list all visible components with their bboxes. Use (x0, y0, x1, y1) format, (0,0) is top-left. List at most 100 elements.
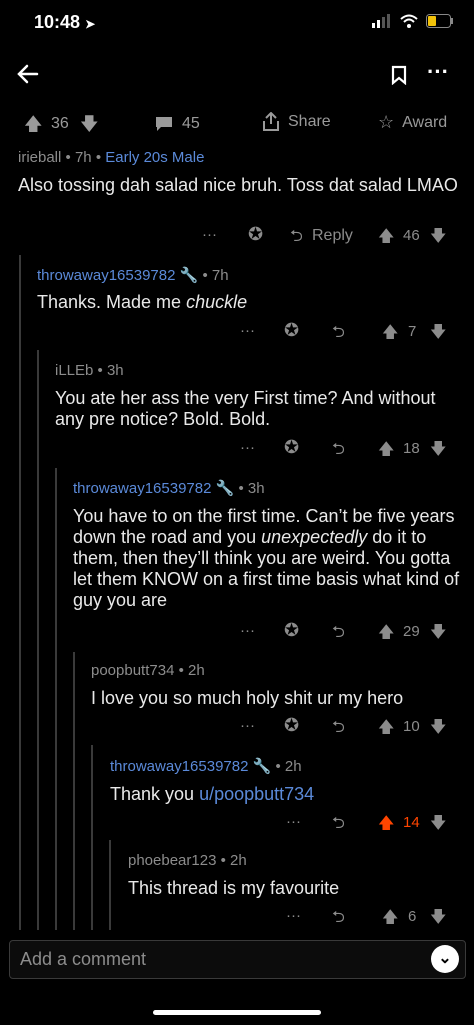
comment-score: 14 (403, 814, 420, 831)
comment-count: 45 (182, 115, 200, 132)
upvote-icon[interactable]: 🡅 (378, 621, 394, 648)
downvote-icon[interactable]: 🡇 (80, 112, 99, 142)
comment-actions: ··· ✪ ⮌ 🡅 10 🡇 (200, 715, 462, 739)
comment-age: 2h (230, 852, 247, 869)
award-button[interactable]: ☆ Award (378, 112, 447, 133)
comment-body: I love you so much holy shit ur my hero (91, 688, 404, 708)
key-icon: 🔧 (252, 758, 272, 775)
thread-line[interactable] (91, 745, 93, 930)
upvote-icon[interactable]: 🡅 (378, 225, 394, 252)
downvote-icon[interactable]: 🡇 (430, 438, 446, 465)
comment-score: 7 (408, 323, 417, 340)
user-mention-link[interactable]: u/poopbutt734 (199, 784, 314, 804)
reply-button[interactable]: Reply (312, 227, 353, 245)
comment-actions: ··· ✪ ⮌ 🡅 18 🡇 (200, 437, 462, 461)
thread-line[interactable] (37, 350, 39, 930)
clock-text: 10:48 (34, 12, 81, 32)
comment-age: 7h (211, 267, 229, 284)
comment-bubble-icon[interactable] (155, 116, 173, 132)
reply-arrow-icon[interactable]: ⮌ (332, 621, 345, 648)
comment-score: 18 (403, 440, 420, 457)
more-icon[interactable]: ··· (240, 717, 255, 734)
more-icon[interactable]: ··· (202, 226, 217, 243)
comment-author[interactable]: throwaway16539782 (37, 267, 175, 284)
comment-age: 7h (74, 149, 92, 166)
more-icon[interactable]: ··· (240, 439, 255, 456)
downvote-icon[interactable]: 🡇 (430, 906, 446, 933)
battery-icon (426, 14, 453, 28)
comment-author[interactable]: throwaway16539782 (110, 758, 248, 775)
downvote-icon[interactable]: 🡇 (430, 716, 446, 743)
location-arrow-icon: ➤ (85, 17, 96, 31)
user-flair: Early 20s Male (105, 149, 205, 166)
upvote-icon[interactable]: 🡅 (24, 112, 43, 142)
comment-author[interactable]: iLLEb (55, 362, 93, 379)
upvote-icon[interactable]: 🡅 (378, 812, 394, 839)
save-bookmark-icon[interactable] (391, 65, 407, 85)
reply-arrow-icon[interactable]: ⮌ (332, 438, 345, 465)
comment-body: Thank you u/poopbutt734 (110, 784, 460, 805)
downvote-icon[interactable]: 🡇 (430, 225, 446, 252)
reply-arrow-icon[interactable]: ⮌ (290, 225, 303, 252)
comment-score: 46 (403, 227, 420, 244)
comment-meta: poopbutt734 • 2h (91, 662, 205, 679)
top-nav: ··· (0, 55, 474, 95)
comment-italic-text: unexpectedly (261, 527, 368, 547)
comment-age: 2h (188, 662, 205, 679)
downvote-icon[interactable]: 🡇 (430, 321, 446, 348)
comment-author[interactable]: irieball (18, 149, 61, 166)
add-comment-field[interactable]: Add a comment ⌄ (9, 940, 466, 979)
home-indicator (153, 1010, 321, 1015)
comment-text: Thank you (110, 784, 200, 804)
comment-body: Also tossing dah salad nice bruh. Toss d… (18, 175, 458, 195)
more-icon[interactable]: ··· (240, 622, 255, 639)
comment-meta: iLLEb • 3h (55, 362, 124, 379)
comment-italic-text: chuckle (186, 292, 248, 312)
comment-score: 10 (403, 718, 420, 735)
add-comment-placeholder: Add a comment (20, 949, 147, 969)
key-icon: 🔧 (179, 267, 199, 284)
thread-line[interactable] (19, 255, 21, 930)
thread-line[interactable] (73, 652, 75, 930)
award-icon[interactable]: ✪ (248, 224, 263, 245)
collapse-thread-button[interactable]: ⌄ (431, 945, 459, 973)
reply-arrow-icon[interactable]: ⮌ (332, 321, 345, 348)
status-time: 10:48 ➤ (34, 12, 95, 33)
comment-author[interactable]: throwaway16539782 (73, 480, 211, 497)
upvote-icon[interactable]: 🡅 (378, 438, 394, 465)
comment-age: 2h (284, 758, 302, 775)
back-arrow-icon[interactable] (17, 64, 39, 84)
more-options-icon[interactable]: ··· (427, 59, 449, 85)
comment-body: You ate her ass the very First time? And… (55, 388, 436, 429)
more-icon[interactable]: ··· (240, 322, 255, 339)
comment-author[interactable]: phoebear123 (128, 852, 216, 869)
comment-meta: phoebear123 • 2h (128, 852, 247, 869)
reply-arrow-icon[interactable]: ⮌ (332, 716, 345, 743)
award-icon: ☆ (378, 112, 395, 132)
downvote-icon[interactable]: 🡇 (430, 812, 446, 839)
downvote-icon[interactable]: 🡇 (430, 621, 446, 648)
comment-actions: ··· ✪ ⮌ Reply 🡅 46 🡇 (200, 224, 462, 248)
upvote-icon[interactable]: 🡅 (382, 321, 398, 348)
comment-body: Thanks. Made me chuckle (37, 292, 457, 313)
key-icon: 🔧 (215, 480, 235, 497)
thread-line[interactable] (55, 468, 57, 930)
thread-line[interactable] (109, 840, 111, 930)
award-icon[interactable]: ✪ (284, 620, 299, 641)
comment-meta: throwaway16539782 🔧 • 3h (73, 480, 265, 497)
comment-actions: ··· ⮌ 🡅 6 🡇 (200, 907, 462, 929)
more-icon[interactable]: ··· (286, 907, 301, 924)
upvote-icon[interactable]: 🡅 (382, 906, 398, 933)
more-icon[interactable]: ··· (286, 813, 301, 830)
comment-author[interactable]: poopbutt734 (91, 662, 174, 679)
comment-score: 29 (403, 623, 420, 640)
award-icon[interactable]: ✪ (284, 715, 299, 736)
comment-score: 6 (408, 908, 417, 925)
share-icon (263, 112, 279, 131)
upvote-icon[interactable]: 🡅 (378, 716, 394, 743)
award-icon[interactable]: ✪ (284, 437, 299, 458)
reply-arrow-icon[interactable]: ⮌ (332, 812, 345, 839)
award-icon[interactable]: ✪ (284, 320, 299, 341)
share-button[interactable]: Share (262, 112, 331, 132)
reply-arrow-icon[interactable]: ⮌ (332, 906, 345, 933)
